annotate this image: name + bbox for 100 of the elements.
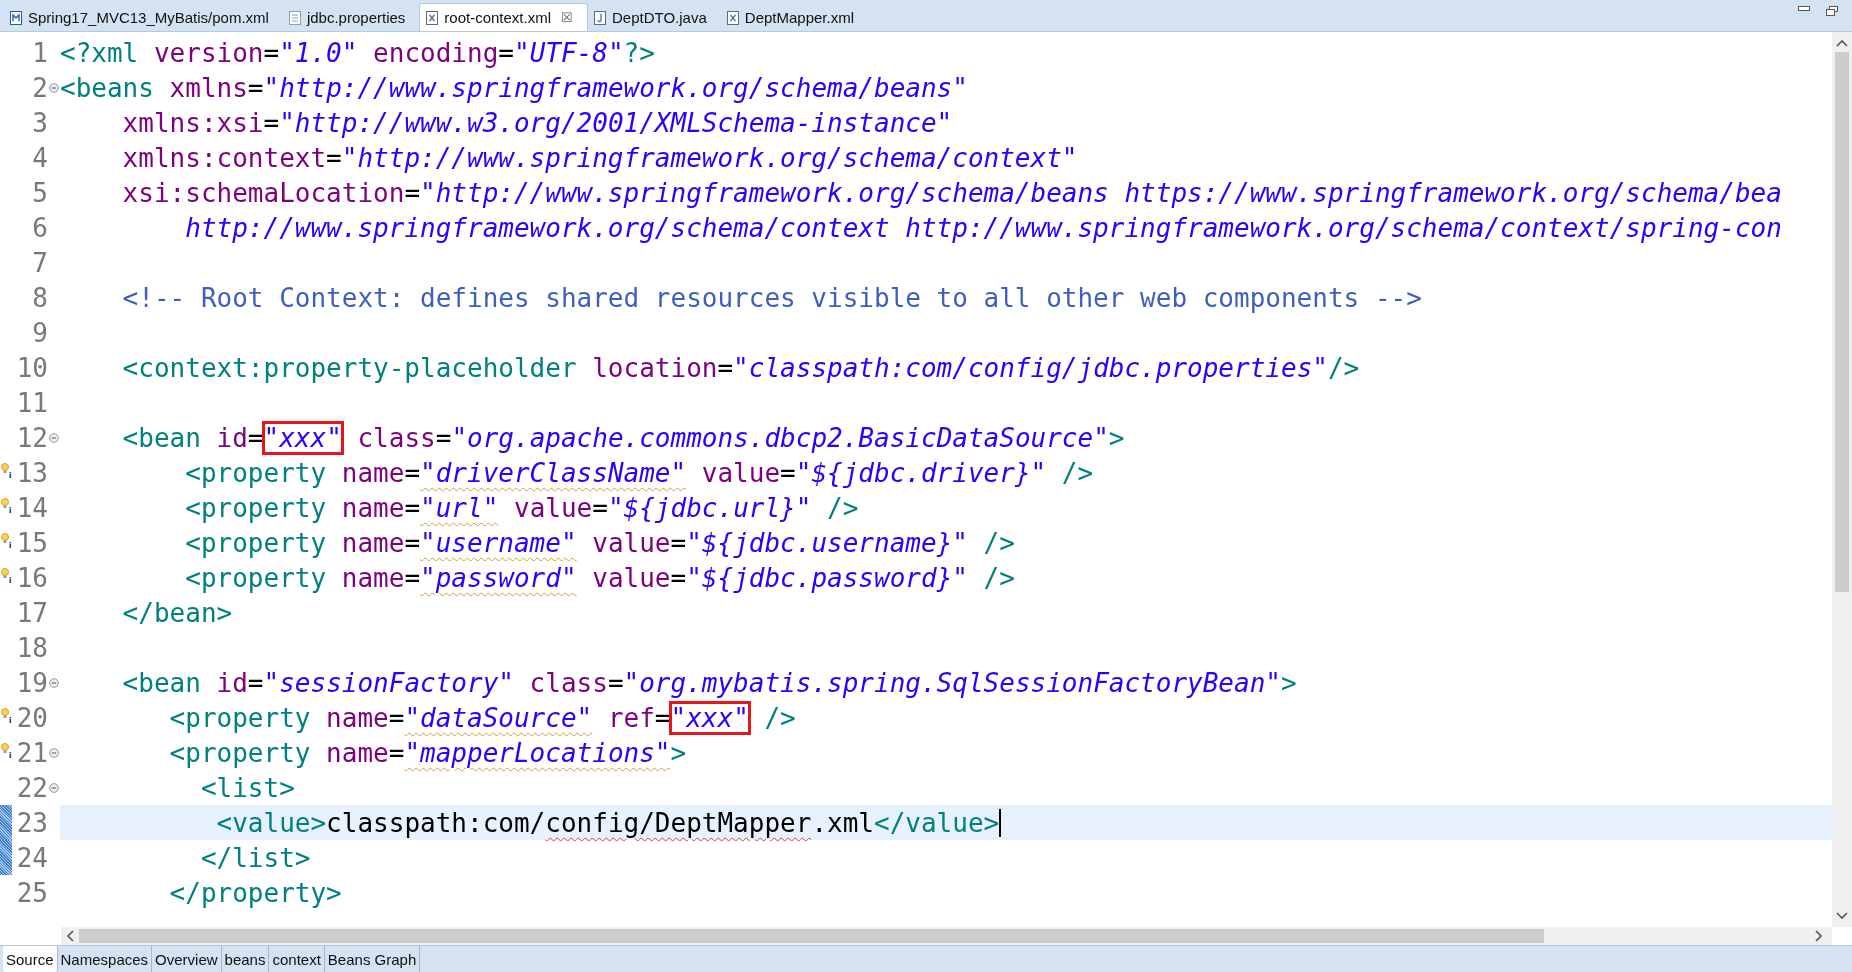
- line-number: 7: [31, 247, 48, 278]
- file-icon: [10, 10, 22, 25]
- code-token: "${jdbc.username}": [686, 527, 968, 558]
- line-number: 22: [15, 772, 48, 803]
- code-token: =: [404, 457, 421, 488]
- code-token: xsi:schemaLocation: [121, 177, 405, 208]
- code-token: value: [591, 562, 671, 593]
- code-token: value: [591, 527, 671, 558]
- code-token: "${jdbc.password}": [686, 562, 968, 593]
- line-number: 17: [15, 597, 48, 628]
- code-token: />: [763, 702, 796, 733]
- line-number: 11: [15, 387, 48, 418]
- line-number: 1: [31, 37, 48, 68]
- code-token: <property: [184, 562, 328, 593]
- code-token: value: [512, 492, 593, 523]
- scroll-thumb[interactable]: [1835, 52, 1849, 592]
- line-number: 15: [15, 527, 48, 558]
- code-token: =: [388, 737, 405, 768]
- line-number: 20: [15, 702, 48, 733]
- code-token: <?xml: [60, 37, 140, 68]
- page-tab[interactable]: context: [269, 946, 325, 972]
- code-token: xmlns:context: [121, 142, 327, 173]
- scroll-left-icon[interactable]: [65, 930, 75, 942]
- editor-tab[interactable]: jdbc.properties: [282, 4, 420, 31]
- code-token: =: [247, 72, 264, 103]
- vertical-scrollbar[interactable]: [1832, 32, 1852, 927]
- code-token: name: [341, 457, 405, 488]
- editor-tab[interactable]: DeptMapper.xml: [720, 4, 868, 31]
- line-number: 14: [15, 492, 48, 523]
- code-token: =: [404, 562, 421, 593]
- code-token: />: [982, 527, 1015, 558]
- page-tab[interactable]: Source: [3, 946, 58, 972]
- scroll-up-icon[interactable]: [1836, 38, 1848, 48]
- highlighted-code: "xxx": [670, 702, 749, 733]
- code-token: =: [654, 702, 671, 733]
- page-tab[interactable]: beans: [221, 946, 270, 972]
- code-token: >: [1281, 667, 1297, 698]
- scroll-thumb[interactable]: [79, 929, 1544, 943]
- scroll-down-icon[interactable]: [1836, 911, 1848, 921]
- file-icon: [726, 10, 739, 25]
- code-token: <context:property-placeholder: [121, 352, 578, 383]
- file-icon: [288, 10, 301, 25]
- code-token: "${jdbc.driver}": [795, 457, 1047, 488]
- page-tab[interactable]: Beans Graph: [324, 946, 421, 972]
- code-token: "${jdbc.url}": [607, 492, 812, 523]
- line-number: 23: [15, 807, 48, 838]
- code-token: </property>: [168, 877, 342, 908]
- line-number: 21: [15, 737, 48, 768]
- code-token: id: [216, 422, 248, 453]
- code-token: value: [700, 457, 781, 488]
- page-tab[interactable]: Namespaces: [57, 946, 153, 972]
- code-token: name: [341, 562, 405, 593]
- code-token: =: [670, 527, 687, 558]
- line-number: 10: [15, 352, 48, 383]
- code-token: name: [326, 737, 389, 768]
- close-icon[interactable]: ☒: [561, 10, 574, 25]
- collapse-icon[interactable]: [49, 677, 59, 688]
- code-token: name: [341, 492, 405, 523]
- minimize-icon[interactable]: [1798, 6, 1810, 12]
- lightbulb-info-icon: [1, 498, 13, 514]
- code-token: class: [528, 667, 608, 698]
- code-token: <property: [168, 702, 312, 733]
- line-number: 24: [15, 842, 48, 873]
- code-token: config/DeptMapper: [545, 807, 812, 838]
- editor-tab[interactable]: Spring17_MVC13_MyBatis/pom.xml: [4, 4, 283, 31]
- code-token: name: [341, 527, 405, 558]
- code-token: =: [670, 562, 687, 593]
- page-tab[interactable]: Overview: [152, 946, 222, 972]
- collapse-icon[interactable]: [49, 432, 59, 443]
- editor-tab[interactable]: root-context.xml ☒: [419, 3, 589, 31]
- collapse-icon[interactable]: [49, 82, 59, 93]
- code-token: />: [1060, 457, 1094, 488]
- code-token: "http://www.springframework.org/schema/beans https://www.springframework.org/schema/bea: [420, 177, 1782, 208]
- code-token: </list>: [199, 842, 311, 873]
- code-token: "dataSource": [404, 702, 593, 733]
- lightbulb-info-icon: [1, 743, 13, 759]
- code-token: >: [1108, 422, 1125, 453]
- horizontal-scrollbar[interactable]: [61, 927, 1832, 945]
- collapse-icon[interactable]: [49, 747, 59, 758]
- line-number: 5: [31, 177, 48, 208]
- collapse-icon[interactable]: [49, 782, 59, 793]
- code-token: =: [435, 422, 452, 453]
- code-token: xmlns: [169, 72, 248, 103]
- restore-icon[interactable]: [1826, 6, 1838, 16]
- lightbulb-info-icon: [1, 708, 13, 724]
- code-token: <property: [168, 737, 312, 768]
- code-token: xmlns:xsi: [121, 107, 264, 138]
- code-token: "org.apache.commons.dbcp2.BasicDataSource": [451, 422, 1109, 453]
- code-token: =: [717, 352, 734, 383]
- code-token: />: [1327, 352, 1360, 383]
- code-token: "http://www.w3.org/2001/XMLSchema-instance": [279, 107, 953, 138]
- code-token: "org.mybatis.spring.SqlSessionFactoryBean": [623, 667, 1281, 698]
- file-icon: [426, 10, 439, 25]
- code-token: =: [498, 37, 514, 68]
- code-token: version: [153, 37, 264, 68]
- highlighted-code: "xxx": [263, 422, 342, 453]
- code-token: .xml: [811, 807, 874, 838]
- scroll-right-icon[interactable]: [1814, 930, 1824, 942]
- editor-tab[interactable]: DeptDTO.java: [588, 4, 721, 31]
- code-token: "classpath:com/config/jdbc.properties": [733, 352, 1328, 383]
